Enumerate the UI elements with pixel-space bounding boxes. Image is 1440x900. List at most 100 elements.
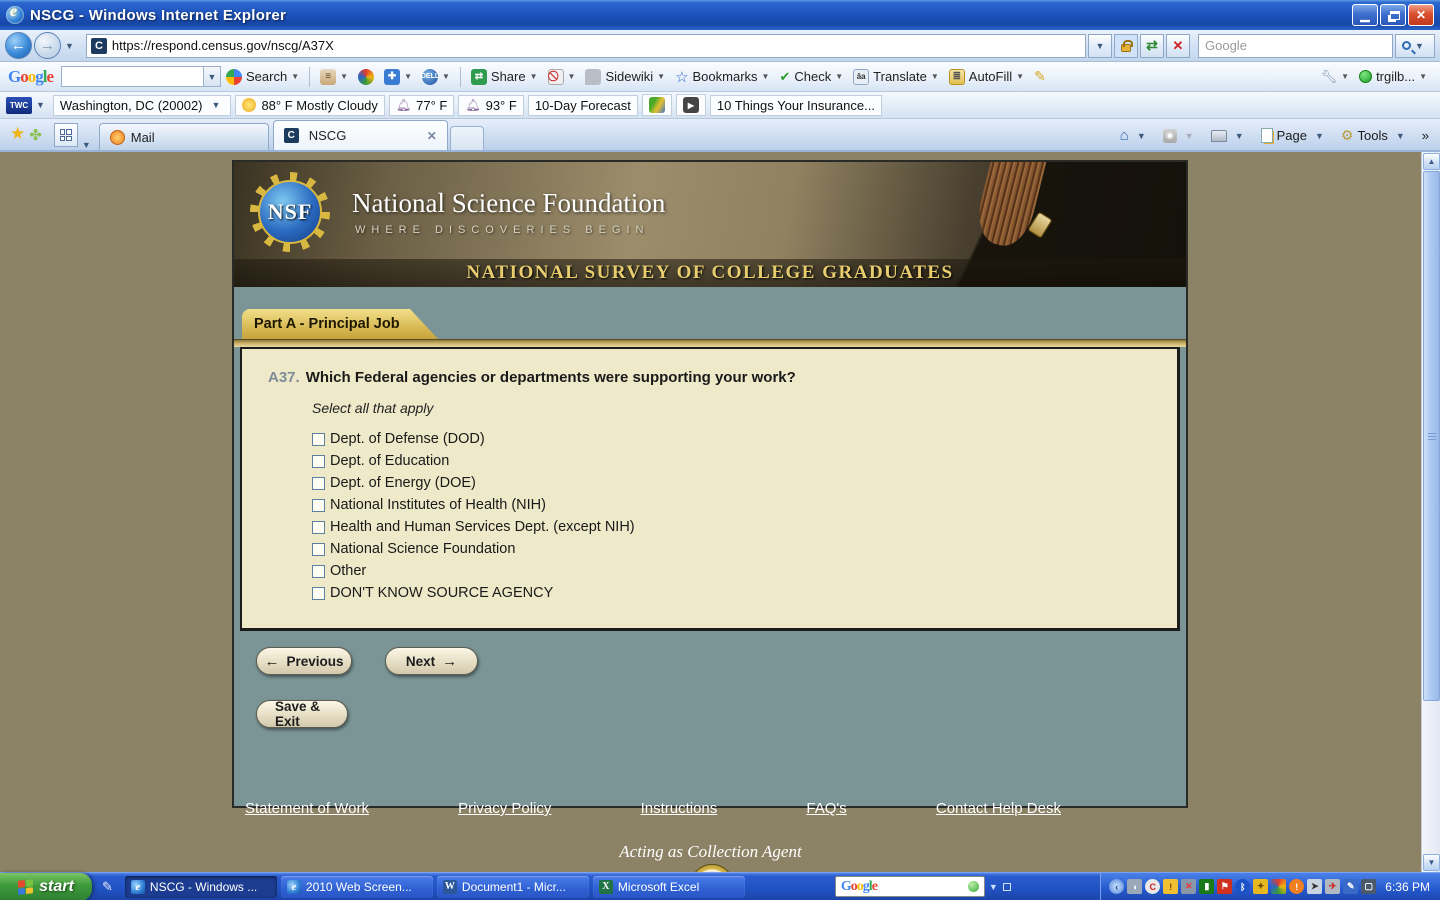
scroll-up-button[interactable]: ▲	[1423, 153, 1440, 170]
norton-icon[interactable]: C	[1145, 879, 1161, 894]
volume-icon[interactable]: ◖	[1127, 879, 1143, 894]
add-favorite-icon[interactable]: ✤	[29, 126, 42, 144]
footer-link[interactable]: FAQ's	[806, 800, 846, 817]
checkbox[interactable]	[312, 432, 325, 446]
toolbar-overflow-button[interactable]: »	[1417, 126, 1434, 145]
ten-day-forecast-button[interactable]: 10-Day Forecast	[527, 94, 638, 116]
pointer-icon[interactable]: ➤	[1307, 879, 1323, 894]
home-button[interactable]: ⌂ ▼	[1115, 125, 1155, 146]
popup-blocker-button[interactable]: ⃠▼	[543, 66, 581, 88]
previous-button[interactable]: ← Previous	[256, 647, 352, 675]
checkbox-option[interactable]: National Science Foundation	[312, 538, 1157, 560]
history-dropdown[interactable]: ▼	[61, 41, 78, 51]
restore-button[interactable]	[1380, 4, 1406, 26]
new-tab-stub[interactable]	[449, 126, 484, 150]
footer-link[interactable]: Privacy Policy	[458, 800, 551, 817]
feeds-button[interactable]: ◉ ▼	[1158, 127, 1203, 145]
google-search-button[interactable]: Search ▼	[221, 66, 304, 88]
checkbox-option[interactable]: Dept. of Defense (DOD)	[312, 428, 1157, 450]
network-error-icon[interactable]: ✕	[1181, 879, 1197, 894]
news-button[interactable]: ≡ ▼	[315, 66, 353, 88]
google-apps-button[interactable]	[353, 66, 379, 88]
footer-link[interactable]: Instructions	[641, 800, 718, 817]
security-shield-icon[interactable]: !	[1163, 879, 1179, 894]
highlighter-button[interactable]: ✎	[1029, 65, 1051, 88]
signal-bars-icon[interactable]: ▮	[1199, 879, 1215, 894]
taskbar-item-webscreen[interactable]: e 2010 Web Screen...	[280, 875, 433, 898]
twc-dropdown[interactable]: ▼	[32, 100, 49, 110]
tray-collapse-chevron[interactable]: ‹	[1109, 879, 1125, 894]
account-button[interactable]: trgilb... ▼	[1354, 66, 1432, 87]
deskbar-restore-icon[interactable]	[1002, 882, 1011, 891]
next-button[interactable]: Next →	[385, 647, 478, 675]
pen-tray-icon[interactable]: ✎	[1343, 879, 1359, 894]
twc-logo[interactable]: TWC	[6, 96, 32, 114]
updates-icon[interactable]: ✦	[1253, 879, 1269, 894]
print-button[interactable]: ▼	[1206, 128, 1253, 144]
close-button[interactable]: ✕	[1408, 4, 1434, 26]
address-input[interactable]: C https://respond.census.gov/nscg/A37X	[85, 33, 1086, 58]
tab-mail[interactable]: Mail	[98, 123, 269, 150]
flag-icon[interactable]: ⚑	[1217, 879, 1233, 894]
checkbox-option[interactable]: Health and Human Services Dept. (except …	[312, 516, 1157, 538]
checkbox-option[interactable]: Dept. of Education	[312, 450, 1157, 472]
high-temp[interactable]: 🔔︎ 93° F	[458, 94, 524, 116]
quick-launch-pen-icon[interactable]: ✎	[102, 879, 113, 895]
current-conditions[interactable]: 88° F Mostly Cloudy	[235, 94, 385, 116]
video-button[interactable]: ▶	[675, 94, 706, 116]
bookmarks-button[interactable]: ☆ Bookmarks ▼	[670, 65, 774, 89]
tab-nscg[interactable]: C NSCG ✕	[272, 120, 448, 150]
map-button[interactable]	[641, 94, 672, 116]
deskbar-dropdown[interactable]: ▼	[989, 882, 998, 892]
scroll-down-button[interactable]: ▼	[1423, 854, 1440, 871]
bluetooth-icon[interactable]: ᛒ	[1235, 879, 1251, 894]
minimize-button[interactable]: ▁	[1352, 4, 1378, 26]
scrollbar-thumb[interactable]	[1423, 171, 1440, 701]
checkbox[interactable]	[312, 564, 325, 578]
back-button[interactable]: ←	[5, 32, 32, 59]
security-lock-button[interactable]	[1114, 33, 1138, 58]
checkbox[interactable]	[312, 542, 325, 556]
taskbar-item-word[interactable]: W Document1 - Micr...	[436, 875, 589, 898]
checkbox-option[interactable]: Dept. of Energy (DOE)	[312, 472, 1157, 494]
sync-blocked-icon[interactable]: ✈	[1325, 879, 1341, 894]
chevron-down-icon[interactable]: ▼	[203, 67, 221, 86]
footer-link[interactable]: Statement of Work	[245, 800, 369, 817]
checkbox[interactable]	[312, 498, 325, 512]
favorites-star-icon[interactable]: ★	[10, 124, 25, 144]
weather-location-select[interactable]: Washington, DC (20002) ▼	[52, 94, 232, 116]
address-dropdown[interactable]: ▼	[1088, 33, 1112, 58]
tools-menu-button[interactable]: ⚙ Tools ▼	[1336, 125, 1414, 146]
autofill-button[interactable]: ≣ AutoFill ▼	[944, 66, 1029, 88]
tab-list-dropdown[interactable]: ▼	[78, 140, 95, 150]
start-button[interactable]: start	[0, 872, 92, 900]
checkbox[interactable]	[312, 520, 325, 534]
sidewiki-button[interactable]: Sidewiki ▼	[580, 66, 670, 88]
google-toolbar-search-input[interactable]: ▼	[61, 66, 222, 87]
google-tray-icon[interactable]	[1271, 879, 1287, 894]
page-menu-button[interactable]: Page ▼	[1256, 126, 1333, 145]
display-icon[interactable]: ▢	[1361, 879, 1377, 894]
browser-search-input[interactable]: Google	[1198, 33, 1393, 58]
quick-tabs-button[interactable]	[53, 123, 78, 147]
google-deskbar-input[interactable]: Google	[834, 876, 985, 897]
checkbox[interactable]	[312, 586, 325, 600]
toolbar-settings-button[interactable]: 🔧︎ ▼	[1316, 66, 1354, 88]
taskbar-item-nscg[interactable]: e NSCG - Windows ...	[124, 875, 277, 898]
news-headline-link[interactable]: 10 Things Your Insurance...	[709, 94, 882, 116]
dell-button[interactable]: DELL ▼	[417, 66, 455, 88]
search-go-button[interactable]: ▼	[1395, 33, 1435, 58]
translate-button[interactable]: âa Translate ▼	[848, 66, 944, 88]
checkbox[interactable]	[312, 476, 325, 490]
checkbox-option[interactable]: National Institutes of Health (NIH)	[312, 494, 1157, 516]
low-temp[interactable]: 🔔︎ 77° F	[388, 94, 455, 116]
spellcheck-button[interactable]: ✔ Check ▼	[774, 66, 848, 88]
checkbox-option[interactable]: Other	[312, 560, 1157, 582]
add-gadget-button[interactable]: ✚ ▼	[379, 66, 417, 88]
vertical-scrollbar[interactable]: ▲ ▼	[1421, 152, 1440, 872]
forward-button[interactable]: →	[34, 32, 61, 59]
footer-link[interactable]: Contact Help Desk	[936, 800, 1061, 817]
checkbox-option[interactable]: DON'T KNOW SOURCE AGENCY	[312, 582, 1157, 604]
share-button[interactable]: ⇄ Share ▼	[466, 66, 543, 88]
checkbox[interactable]	[312, 454, 325, 468]
